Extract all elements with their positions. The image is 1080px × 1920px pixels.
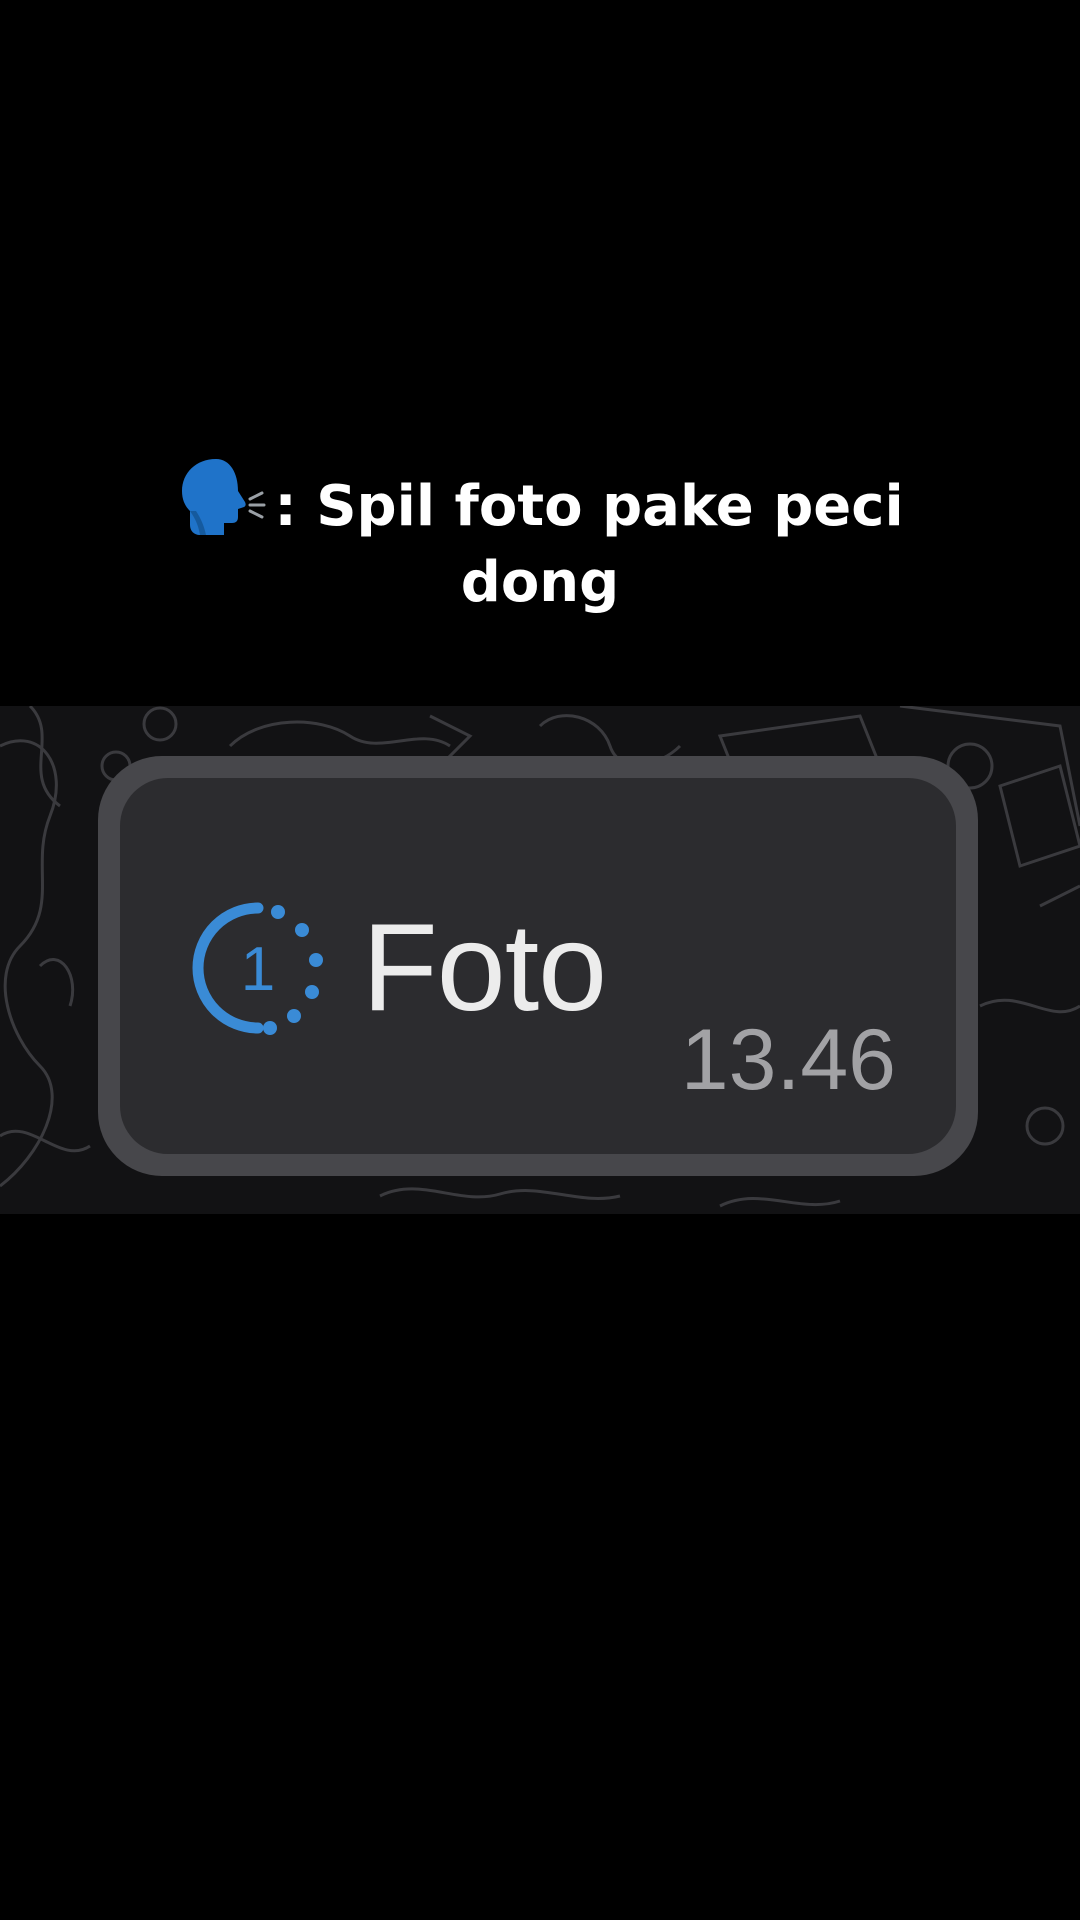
- media-type-label: Foto: [362, 899, 607, 1037]
- view-once-photo-message[interactable]: 1 Foto 13.46: [98, 756, 978, 1176]
- chat-screenshot: 1 Foto 13.46: [0, 706, 1080, 1214]
- view-once-digit: 1: [241, 935, 275, 1004]
- caption-line-1: : Spil foto pake peci: [90, 455, 990, 545]
- caption: : Spil foto pake peci dong: [90, 455, 990, 621]
- message-timestamp: 13.46: [680, 1012, 896, 1108]
- caption-text-line-2: dong: [460, 550, 620, 615]
- view-once-icon: 1: [186, 896, 330, 1040]
- caption-text-line-1: : Spil foto pake peci: [274, 474, 904, 539]
- message-bubble-body: 1 Foto 13.46: [120, 778, 956, 1154]
- speaking-head-icon: [176, 455, 268, 539]
